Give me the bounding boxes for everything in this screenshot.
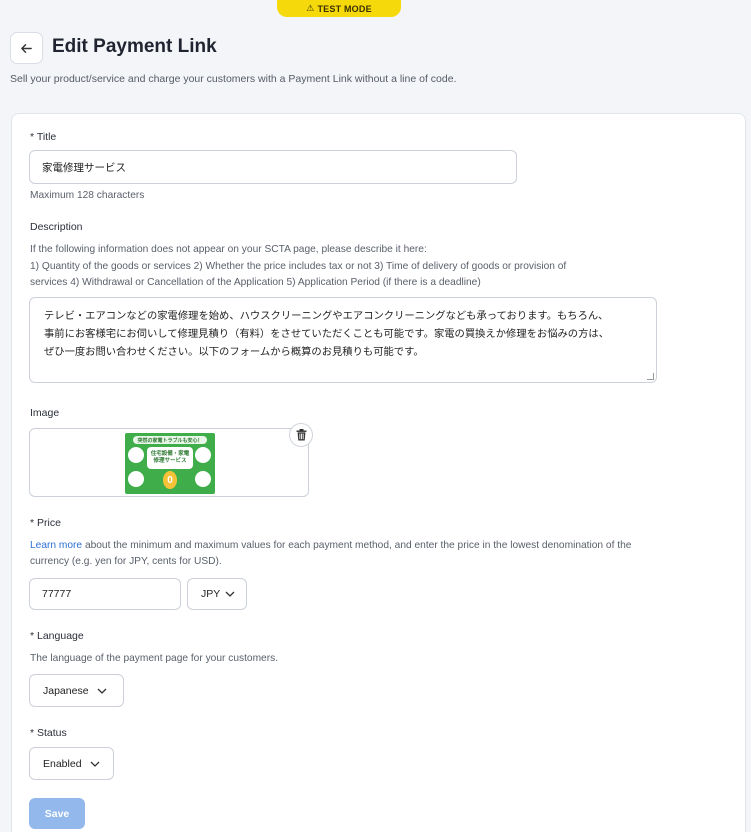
image-label: Image — [30, 407, 60, 419]
status-label: * Status — [30, 727, 67, 739]
chevron-down-icon — [225, 591, 235, 597]
learn-more-link[interactable]: Learn more — [30, 540, 82, 551]
chevron-down-icon — [97, 688, 107, 694]
back-button[interactable] — [10, 32, 43, 64]
description-help-line3: services 4) Withdrawal or Cancellation o… — [30, 277, 481, 288]
page-title: Edit Payment Link — [52, 36, 217, 57]
title-input-value: 家電修理サービス — [42, 161, 126, 174]
title-help: Maximum 128 characters — [30, 190, 145, 201]
thumb-bubble — [195, 447, 211, 463]
product-image: 突然の家電トラブルも安心！ 住宅設備・家電 修理サービス 0 — [125, 433, 215, 494]
thumb-bubble — [128, 447, 144, 463]
description-textarea[interactable]: テレビ・エアコンなどの家電修理を始め、ハウスクリーニングやエアコンクリーニングな… — [29, 297, 657, 383]
test-mode-label: TEST MODE — [317, 3, 372, 14]
warning-icon: ⚠ — [306, 3, 315, 13]
price-input-value: 77777 — [42, 588, 72, 600]
price-input[interactable]: 77777 — [29, 578, 181, 610]
delete-image-button[interactable] — [289, 423, 313, 447]
page-subtitle: Sell your product/service and charge you… — [10, 73, 457, 85]
thumb-bubble — [195, 471, 211, 487]
thumb-bubble — [128, 471, 144, 487]
price-help-text: about the minimum and maximum values for… — [82, 540, 632, 551]
trash-icon — [296, 429, 306, 441]
thumb-title: 住宅設備・家電 修理サービス — [147, 447, 193, 469]
currency-select[interactable]: JPY — [187, 578, 247, 610]
thumb-banner: 突然の家電トラブルも安心！ — [133, 436, 207, 444]
price-help-line2: currency (e.g. yen for JPY, cents for US… — [30, 556, 222, 567]
image-upload-box[interactable]: 突然の家電トラブルも安心！ 住宅設備・家電 修理サービス 0 — [29, 428, 309, 497]
price-label: * Price — [30, 517, 61, 529]
description-help-line2: 1) Quantity of the goods or services 2) … — [30, 261, 567, 272]
description-label: Description — [30, 221, 83, 233]
resize-handle[interactable] — [647, 373, 654, 380]
thumb-title-line1: 住宅設備・家電 — [150, 451, 190, 457]
arrow-left-icon — [21, 43, 32, 53]
language-label: * Language — [30, 630, 84, 642]
thumb-price: 0 — [163, 471, 177, 489]
chevron-down-icon — [90, 761, 100, 767]
description-text-line1: テレビ・エアコンなどの家電修理を始め、ハウスクリーニングやエアコンクリーニングな… — [44, 311, 609, 322]
currency-value: JPY — [201, 588, 221, 600]
description-text-line3: ぜひ一度お問い合わせください。以下のフォームから概算のお見積りも可能です。 — [44, 347, 424, 358]
title-input[interactable]: 家電修理サービス — [29, 150, 517, 184]
language-help: The language of the payment page for you… — [30, 653, 279, 664]
save-button[interactable]: Save — [29, 798, 85, 829]
description-text-line2: 事前にお客様宅にお伺いして修理見積り（有料）をさせていただくことも可能です。家電… — [44, 329, 609, 340]
thumb-title-line2: 修理サービス — [153, 458, 187, 464]
description-help-line1: If the following information does not ap… — [30, 244, 427, 255]
title-label: * Title — [30, 131, 57, 143]
test-mode-badge: ⚠ TEST MODE — [277, 0, 401, 17]
price-help-line1: Learn more about the minimum and maximum… — [30, 538, 631, 554]
language-value: Japanese — [43, 684, 89, 697]
status-select[interactable]: Enabled — [29, 747, 114, 780]
status-value: Enabled — [43, 757, 82, 770]
language-select[interactable]: Japanese — [29, 674, 124, 707]
